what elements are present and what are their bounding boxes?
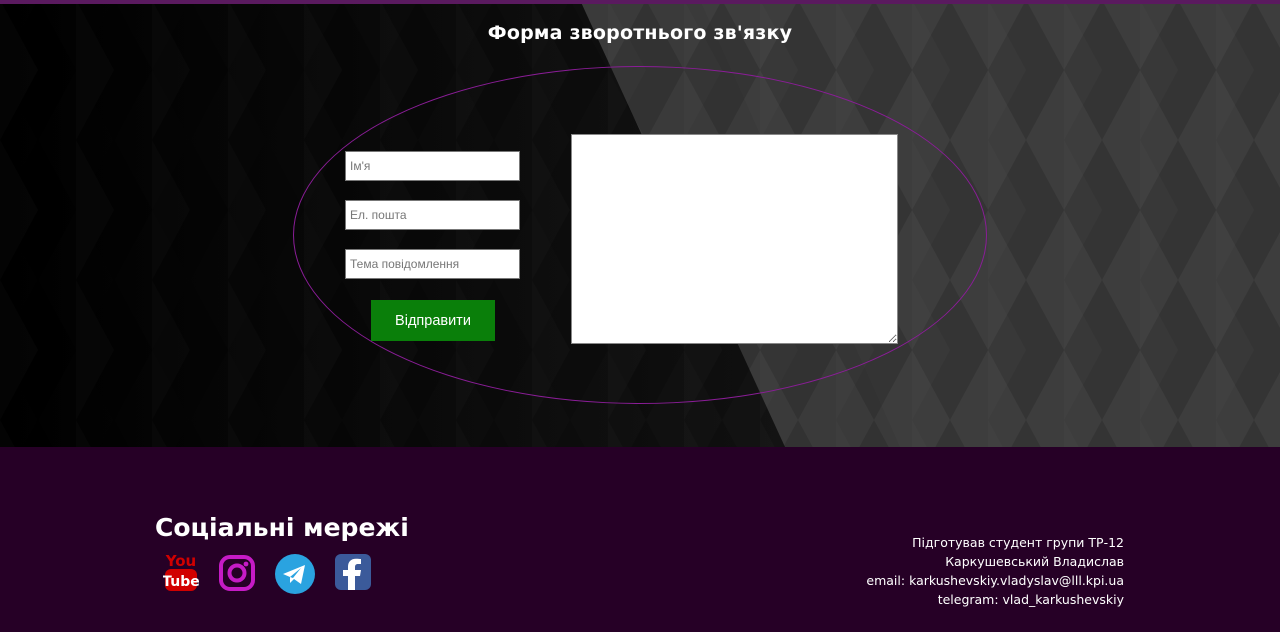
submit-button[interactable]: Відправити: [371, 300, 495, 341]
top-accent-line: [0, 0, 1280, 4]
youtube-icon[interactable]: You Tube: [162, 551, 200, 597]
facebook-icon[interactable]: [335, 554, 371, 594]
footer: Соціальні мережі You Tube Підготував сту…: [0, 447, 1280, 632]
telegram-icon[interactable]: [274, 553, 316, 599]
email-input[interactable]: [345, 200, 520, 230]
name-input[interactable]: [345, 151, 520, 181]
instagram-icon[interactable]: [218, 554, 256, 596]
author-credits: Підготував студент групи ТР-12 Каркушевс…: [866, 533, 1124, 609]
form-title: Форма зворотнього зв'язку: [487, 22, 793, 44]
credits-line: Підготував студент групи ТР-12: [912, 535, 1124, 550]
subject-input[interactable]: [345, 249, 520, 279]
credits-line: Каркушевський Владислав: [945, 554, 1124, 569]
svg-text:You: You: [165, 552, 196, 570]
hero-section: Форма зворотнього зв'язку Відправити: [0, 0, 1280, 447]
credits-email: email: karkushevskiy.vladyslav@lll.kpi.u…: [866, 573, 1124, 588]
credits-telegram: telegram: vlad_karkushevskiy: [937, 592, 1124, 607]
social-title: Соціальні мережі: [155, 513, 409, 542]
svg-text:Tube: Tube: [163, 574, 199, 590]
message-textarea[interactable]: [571, 134, 898, 344]
